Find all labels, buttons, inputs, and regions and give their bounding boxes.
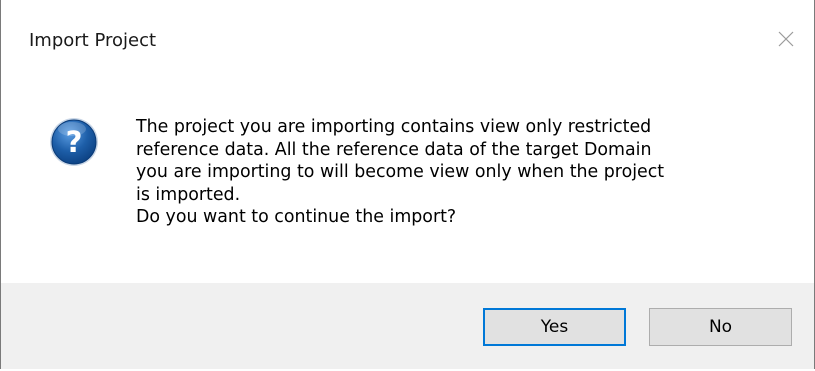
question-icon: ? [50,118,98,166]
close-button[interactable] [766,22,806,56]
svg-text:?: ? [66,125,83,159]
message-line: Do you want to continue the import? [136,207,457,228]
button-bar: Yes No [1,283,814,369]
dialog-content: ? The project you are importing contains… [1,82,814,283]
message-line: is imported. [136,184,241,205]
no-button[interactable]: No [649,308,792,346]
close-icon [778,31,794,47]
dialog-title: Import Project [29,30,157,51]
message-line: The project you are importing contains v… [136,117,652,137]
yes-button[interactable]: Yes [483,308,626,346]
title-bar: Import Project [1,0,814,82]
import-project-dialog: Import Project ? The project you are imp… [0,0,815,369]
dialog-message: The project you are importing contains v… [136,116,786,229]
message-line: you are importing to will become view on… [136,162,665,183]
message-line: reference data. All the reference data o… [136,139,652,160]
